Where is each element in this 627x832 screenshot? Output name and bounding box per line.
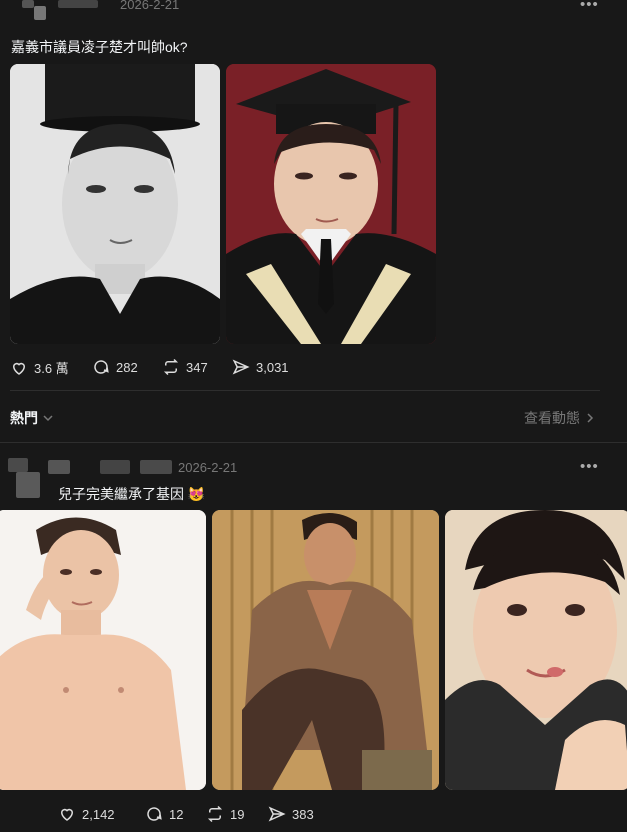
comment-button[interactable]: 12: [145, 805, 183, 823]
share-count: 3,031: [256, 359, 289, 375]
comment-count: 12: [169, 806, 184, 822]
view-activity-link[interactable]: 查看動態: [524, 408, 596, 428]
like-count: 2,142: [82, 806, 115, 822]
repost-button[interactable]: 347: [162, 358, 208, 376]
more-options-button[interactable]: •••: [580, 0, 599, 13]
repost-count: 19: [230, 806, 245, 822]
author-name-blur: [100, 460, 130, 474]
share-count: 383: [292, 806, 314, 822]
author-name-blur: [140, 460, 172, 474]
post-image-1[interactable]: [0, 510, 206, 790]
post-image-2[interactable]: [226, 64, 436, 344]
share-button[interactable]: 383: [268, 805, 314, 823]
heart-icon: [12, 362, 26, 375]
post-image-1[interactable]: [10, 64, 220, 344]
author-avatar[interactable]: [8, 458, 46, 500]
more-options-button[interactable]: •••: [580, 458, 599, 475]
share-icon: [268, 806, 286, 822]
comment-count: 282: [116, 359, 138, 375]
comment-icon: [94, 360, 109, 374]
repost-button[interactable]: 19: [206, 805, 244, 823]
author-avatar[interactable]: [22, 0, 48, 20]
graduation-photo-color: [226, 64, 436, 344]
share-icon: [232, 359, 250, 375]
repost-icon: [207, 805, 223, 823]
hot-label: 熱門: [10, 410, 38, 426]
post-text: 嘉義市議員凌子楚才叫帥ok?: [11, 39, 188, 55]
divider: [10, 390, 600, 391]
heart-icon: [60, 808, 74, 821]
portrait-photo-coat: [212, 510, 439, 790]
comment-icon: [147, 807, 162, 821]
chevron-down-icon: [43, 415, 53, 422]
like-button[interactable]: 3.6 萬: [10, 358, 69, 377]
share-button[interactable]: 3,031: [232, 358, 289, 376]
post-date: 2026-2-21: [120, 0, 180, 12]
hot-filter[interactable]: 熱門: [10, 408, 54, 428]
portrait-photo-closeup: [445, 510, 627, 790]
graduation-photo-bw: [10, 64, 220, 344]
author-name[interactable]: [58, 0, 98, 8]
repost-icon: [163, 358, 179, 376]
like-button[interactable]: 2,142: [58, 805, 115, 823]
post-date: 2026-2-21: [178, 460, 238, 475]
repost-count: 347: [186, 359, 208, 375]
portrait-photo-white: [0, 510, 206, 790]
divider: [0, 442, 627, 443]
author-name[interactable]: [48, 460, 70, 474]
post-image-2[interactable]: [212, 510, 439, 790]
chevron-right-icon: [587, 413, 594, 423]
like-count: 3.6 萬: [34, 361, 69, 376]
post-text: 兒子完美繼承了基因 😻: [58, 486, 206, 502]
view-activity-label: 查看動態: [524, 410, 580, 426]
comment-button[interactable]: 282: [92, 358, 138, 376]
post-image-3[interactable]: [445, 510, 627, 790]
